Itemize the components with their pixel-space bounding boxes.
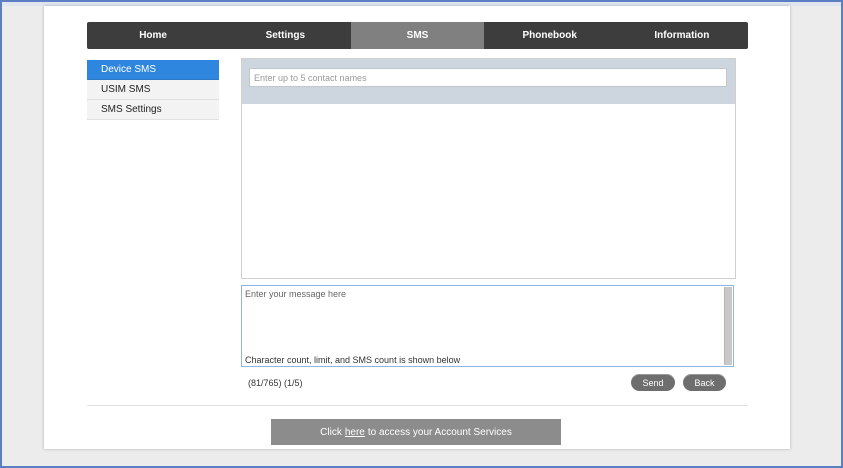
account-prefix-text: Click bbox=[320, 426, 342, 438]
sidebar-item-sms-settings[interactable]: SMS Settings bbox=[87, 100, 219, 120]
main-nav: Home Settings SMS Phonebook Information bbox=[87, 22, 748, 49]
message-placeholder-text: Enter your message here bbox=[245, 289, 347, 299]
character-counter: (81/765) (1/5) bbox=[248, 378, 303, 388]
message-hint-text: Character count, limit, and SMS count is… bbox=[245, 355, 461, 365]
contacts-band bbox=[242, 59, 735, 104]
back-button[interactable]: Back bbox=[683, 374, 726, 391]
sidebar-item-usim-sms[interactable]: USIM SMS bbox=[87, 80, 219, 100]
account-services-link[interactable]: here bbox=[345, 427, 365, 438]
account-services-bar: Click here to access your Account Servic… bbox=[271, 419, 561, 445]
nav-settings[interactable]: Settings bbox=[219, 22, 351, 49]
nav-sms[interactable]: SMS bbox=[351, 22, 484, 49]
account-suffix-text: to access your Account Services bbox=[367, 426, 512, 438]
contacts-input[interactable] bbox=[249, 68, 727, 87]
page-container: Home Settings SMS Phonebook Information … bbox=[44, 6, 790, 449]
nav-home[interactable]: Home bbox=[87, 22, 219, 49]
sidebar-item-device-sms[interactable]: Device SMS bbox=[87, 60, 219, 80]
conversation-panel bbox=[241, 58, 736, 279]
nav-phonebook[interactable]: Phonebook bbox=[484, 22, 616, 49]
sidebar: Device SMS USIM SMS SMS Settings bbox=[87, 60, 219, 120]
message-textarea[interactable]: Enter your message here Character count,… bbox=[241, 285, 734, 367]
nav-information[interactable]: Information bbox=[616, 22, 748, 49]
message-scrollbar[interactable] bbox=[724, 287, 732, 365]
send-button[interactable]: Send bbox=[631, 374, 675, 391]
footer-divider bbox=[87, 405, 748, 406]
